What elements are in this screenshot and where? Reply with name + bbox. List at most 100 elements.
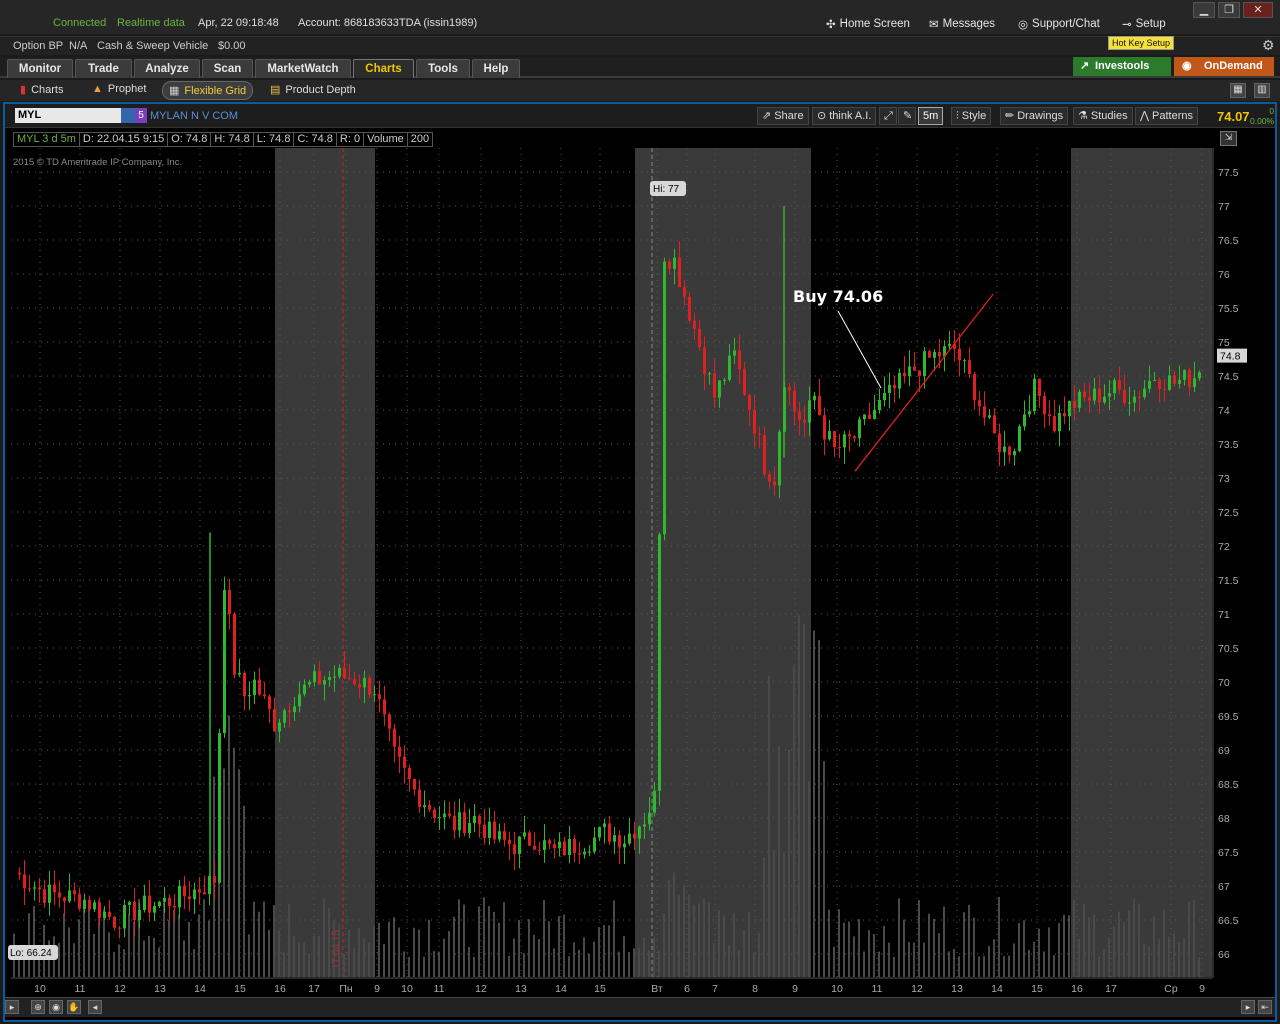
candle-body <box>498 831 501 840</box>
volume-bar <box>468 946 470 977</box>
maximize-button[interactable]: ❐ <box>1218 2 1240 18</box>
volume-bar <box>1153 916 1155 977</box>
candle-body <box>78 894 81 909</box>
volume-bar <box>228 715 230 977</box>
price-chart[interactable]: 17.04.15Buy 74.06Hi: 77Lo: 66.24 6666.567… <box>5 104 1275 997</box>
candle-body <box>703 347 706 375</box>
tab-trade[interactable]: Trade <box>75 59 132 78</box>
reset-view-icon[interactable]: ⇤ <box>1258 1000 1272 1014</box>
zoom-in-icon[interactable]: ⊕ <box>31 1000 45 1014</box>
volume-bar <box>1118 911 1120 977</box>
y-tick-label: 72 <box>1218 541 1230 553</box>
volume-bar <box>313 935 315 977</box>
candle-body <box>623 843 626 848</box>
volume-bar <box>123 948 125 977</box>
volume-bar <box>908 942 910 977</box>
candle-body <box>473 815 476 824</box>
tab-monitor[interactable]: Monitor <box>7 59 73 78</box>
tab-help[interactable]: Help <box>472 59 520 78</box>
candle-icon: ▮ <box>20 84 27 96</box>
candle-body <box>198 889 201 893</box>
volume-bar <box>193 949 195 977</box>
candle-body <box>983 406 986 418</box>
subtab-charts[interactable]: ▮ Charts <box>20 83 63 97</box>
candle-body <box>363 677 366 688</box>
candle-body <box>653 790 656 813</box>
candle-body <box>678 257 681 288</box>
candle-body <box>148 895 151 913</box>
volume-bar <box>153 937 155 977</box>
scroll-right-icon[interactable]: ▸ <box>1241 1000 1255 1014</box>
candle-body <box>543 840 546 851</box>
volume-bar <box>708 902 710 977</box>
close-button[interactable]: ✕ <box>1243 2 1273 18</box>
volume-bar <box>68 927 70 977</box>
volume-bar <box>1038 928 1040 977</box>
investools-label: Investools <box>1095 60 1150 72</box>
volume-bar <box>473 956 475 977</box>
y-tick-label: 74 <box>1218 405 1230 417</box>
candle-body <box>108 911 111 917</box>
volume-bar <box>388 921 390 977</box>
y-tick-label: 66.5 <box>1218 915 1239 927</box>
x-tick-label: 9 <box>792 983 798 995</box>
subtab-product-depth[interactable]: ▤ Product Depth <box>270 83 356 97</box>
messages-button[interactable]: ✉ Messages <box>929 17 995 31</box>
subtab-flexible-grid[interactable]: ▦ Flexible Grid <box>162 81 254 100</box>
candle-body <box>618 835 621 848</box>
volume-bar <box>528 919 530 977</box>
x-tick-label: 9 <box>1199 983 1205 995</box>
panel-layout-icon[interactable]: ▥ <box>1254 83 1270 98</box>
tab-analyze[interactable]: Analyze <box>134 59 200 78</box>
tab-charts[interactable]: Charts <box>353 59 414 78</box>
buy-annotation: Buy 74.06 <box>793 287 883 306</box>
hot-key-setup-button[interactable]: Hot Key Setup <box>1108 36 1175 50</box>
setup-button[interactable]: ⊸ Setup <box>1122 17 1166 31</box>
home-screen-button[interactable]: ✣ Home Screen <box>826 17 910 31</box>
candle-body <box>398 746 401 757</box>
zoom-icon[interactable]: ◉ <box>49 1000 63 1014</box>
annotation-pointer <box>837 310 882 389</box>
candle-body <box>258 679 261 695</box>
candle-body <box>423 805 426 808</box>
x-tick-label: 9 <box>374 983 380 995</box>
subtab-product-depth-label: Product Depth <box>285 83 356 96</box>
minimize-button[interactable]: ▁ <box>1193 2 1215 18</box>
tab-scan[interactable]: Scan <box>202 59 253 78</box>
candle-body <box>58 892 61 898</box>
horizontal-scrollbar[interactable]: ▸ ⊕ ◉ ✋ ◂ ▸ ⇤ <box>5 997 1275 1017</box>
candle-body <box>408 767 411 779</box>
support-chat-button[interactable]: ◎ Support/Chat <box>1018 17 1100 31</box>
volume-bar <box>778 746 780 977</box>
gear-icon[interactable]: ⚙ <box>1262 37 1275 54</box>
candle-body <box>583 851 586 855</box>
volume-bar <box>393 917 395 977</box>
candle-body <box>913 366 916 371</box>
tab-tools[interactable]: Tools <box>416 59 470 78</box>
volume-bar <box>158 947 160 977</box>
tab-marketwatch[interactable]: MarketWatch <box>255 59 351 78</box>
volume-bar <box>968 904 970 977</box>
panel-menu-icon[interactable]: ▸ <box>5 1000 19 1014</box>
ondemand-button[interactable]: ◉ OnDemand <box>1174 57 1274 76</box>
layout-grid-icon[interactable]: ▦ <box>1230 83 1246 98</box>
candle-body <box>863 414 866 420</box>
subtab-prophet[interactable]: ▲ Prophet <box>92 83 146 95</box>
candle-body <box>573 839 576 854</box>
volume-bar <box>563 914 565 977</box>
volume-bar <box>798 615 800 977</box>
candle-body <box>348 678 351 680</box>
investools-button[interactable]: ↗ Investools <box>1073 57 1171 76</box>
y-tick-label: 70.5 <box>1218 643 1239 655</box>
current-price-label: 74.8 <box>1220 351 1241 363</box>
volume-bar <box>1193 900 1195 977</box>
candle-body <box>753 409 756 434</box>
scroll-left-icon[interactable]: ◂ <box>88 1000 102 1014</box>
pan-hand-icon[interactable]: ✋ <box>67 1000 81 1014</box>
candle-body <box>648 812 651 825</box>
volume-bar <box>1028 949 1030 977</box>
candle-body <box>1038 378 1041 397</box>
y-tick-label: 66 <box>1218 949 1230 961</box>
candle-body <box>608 823 611 842</box>
volume-bar <box>338 924 340 977</box>
